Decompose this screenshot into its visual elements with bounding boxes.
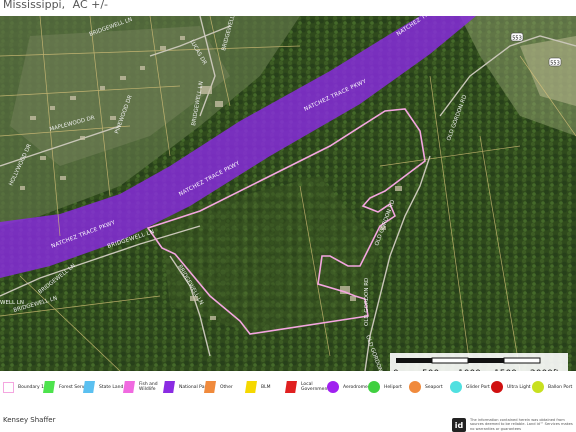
- legend-item-glider: Glider Port: [450, 380, 490, 394]
- state-swatch-icon: [83, 381, 95, 393]
- legend-item-balloon: Ballon Port: [532, 380, 572, 394]
- route-shield: 553: [510, 32, 524, 41]
- legend-item-aerodrome: Aerodrome: [327, 380, 368, 394]
- legend-item-ultralight: Ultra Light: [491, 380, 531, 394]
- legend-item-forest: Forest Servic: [43, 380, 88, 394]
- scale-tick: 500: [422, 369, 439, 371]
- blm-swatch-icon: [245, 381, 257, 393]
- legend-label: Glider Port: [466, 384, 490, 390]
- scale-tick: 2000ft: [530, 369, 559, 371]
- legend-item-heliport: Heliport: [368, 380, 402, 394]
- map-legend: Boundary 1 Forest Servic State Land Fish…: [0, 372, 576, 402]
- scale-tick: 0: [393, 369, 399, 371]
- land-id-logo-icon: id: [452, 418, 466, 432]
- scale-tick: 1000: [458, 369, 481, 371]
- page-footer: Kensey Shaffer id The information contai…: [0, 402, 576, 432]
- road-label: OLD GORDON RD: [364, 278, 370, 326]
- road-label: WELL LN: [0, 300, 24, 306]
- agent-name: Kensey Shaffer: [3, 416, 56, 424]
- legend-label: Fish and Wildlife: [139, 382, 158, 392]
- legend-item-fish: Fish and Wildlife: [123, 380, 161, 394]
- scale-tick: 1500: [494, 369, 517, 371]
- svg-text:553: 553: [512, 35, 522, 41]
- legend-label: State Land: [99, 384, 124, 390]
- glider-port-icon: [450, 381, 462, 393]
- heliport-icon: [368, 381, 380, 393]
- map-header: Mississippi, AC +/-: [0, 0, 576, 16]
- legend-item-state: State Land: [83, 380, 123, 394]
- legend-item-seaport: Seaport: [409, 380, 443, 394]
- legend-item-other: Other: [204, 380, 233, 394]
- legend-item-boundary: Boundary 1: [3, 380, 44, 394]
- seaport-icon: [409, 381, 421, 393]
- svg-text:553: 553: [550, 60, 560, 66]
- legend-label: Boundary 1: [18, 384, 44, 390]
- ultra-light-icon: [491, 381, 503, 393]
- local-government-swatch-icon: [285, 381, 297, 393]
- legend-label: Seaport: [425, 384, 443, 390]
- fish-wildlife-swatch-icon: [123, 381, 135, 393]
- legend-label: Heliport: [384, 384, 402, 390]
- acreage-label: AC +/-: [72, 0, 109, 11]
- route-shield: 553: [548, 57, 562, 66]
- forest-swatch-icon: [43, 381, 55, 393]
- legend-item-national-park: National Park: [163, 380, 209, 394]
- satellite-map: NATCHEZ TRACE PKWY NATCHEZ TRACE PKWY NA…: [0, 16, 576, 371]
- legend-label: Ultra Light: [507, 384, 531, 390]
- legend-label: Aerodrome: [343, 384, 368, 390]
- scale-bar: 0 500 1000 1500 2000ft: [390, 353, 568, 371]
- legend-item-blm: BLM: [245, 380, 270, 394]
- legend-item-local-gov: Local Government: [285, 380, 330, 394]
- aerodrome-icon: [327, 381, 339, 393]
- legend-label: Other: [220, 384, 233, 390]
- map-title: Mississippi, AC +/-: [3, 0, 112, 11]
- map-view[interactable]: NATCHEZ TRACE PKWY NATCHEZ TRACE PKWY NA…: [0, 16, 576, 371]
- balloon-port-icon: [532, 381, 544, 393]
- legend-label: BLM: [261, 384, 271, 390]
- other-swatch-icon: [204, 381, 216, 393]
- legend-label: Ballon Port: [548, 384, 573, 390]
- boundary-swatch-icon: [3, 381, 14, 393]
- location-label: Mississippi,: [3, 0, 66, 11]
- legend-label: Local Government: [301, 382, 330, 392]
- disclaimer-text: The information contained herein was obt…: [470, 418, 573, 431]
- national-park-swatch-icon: [163, 381, 175, 393]
